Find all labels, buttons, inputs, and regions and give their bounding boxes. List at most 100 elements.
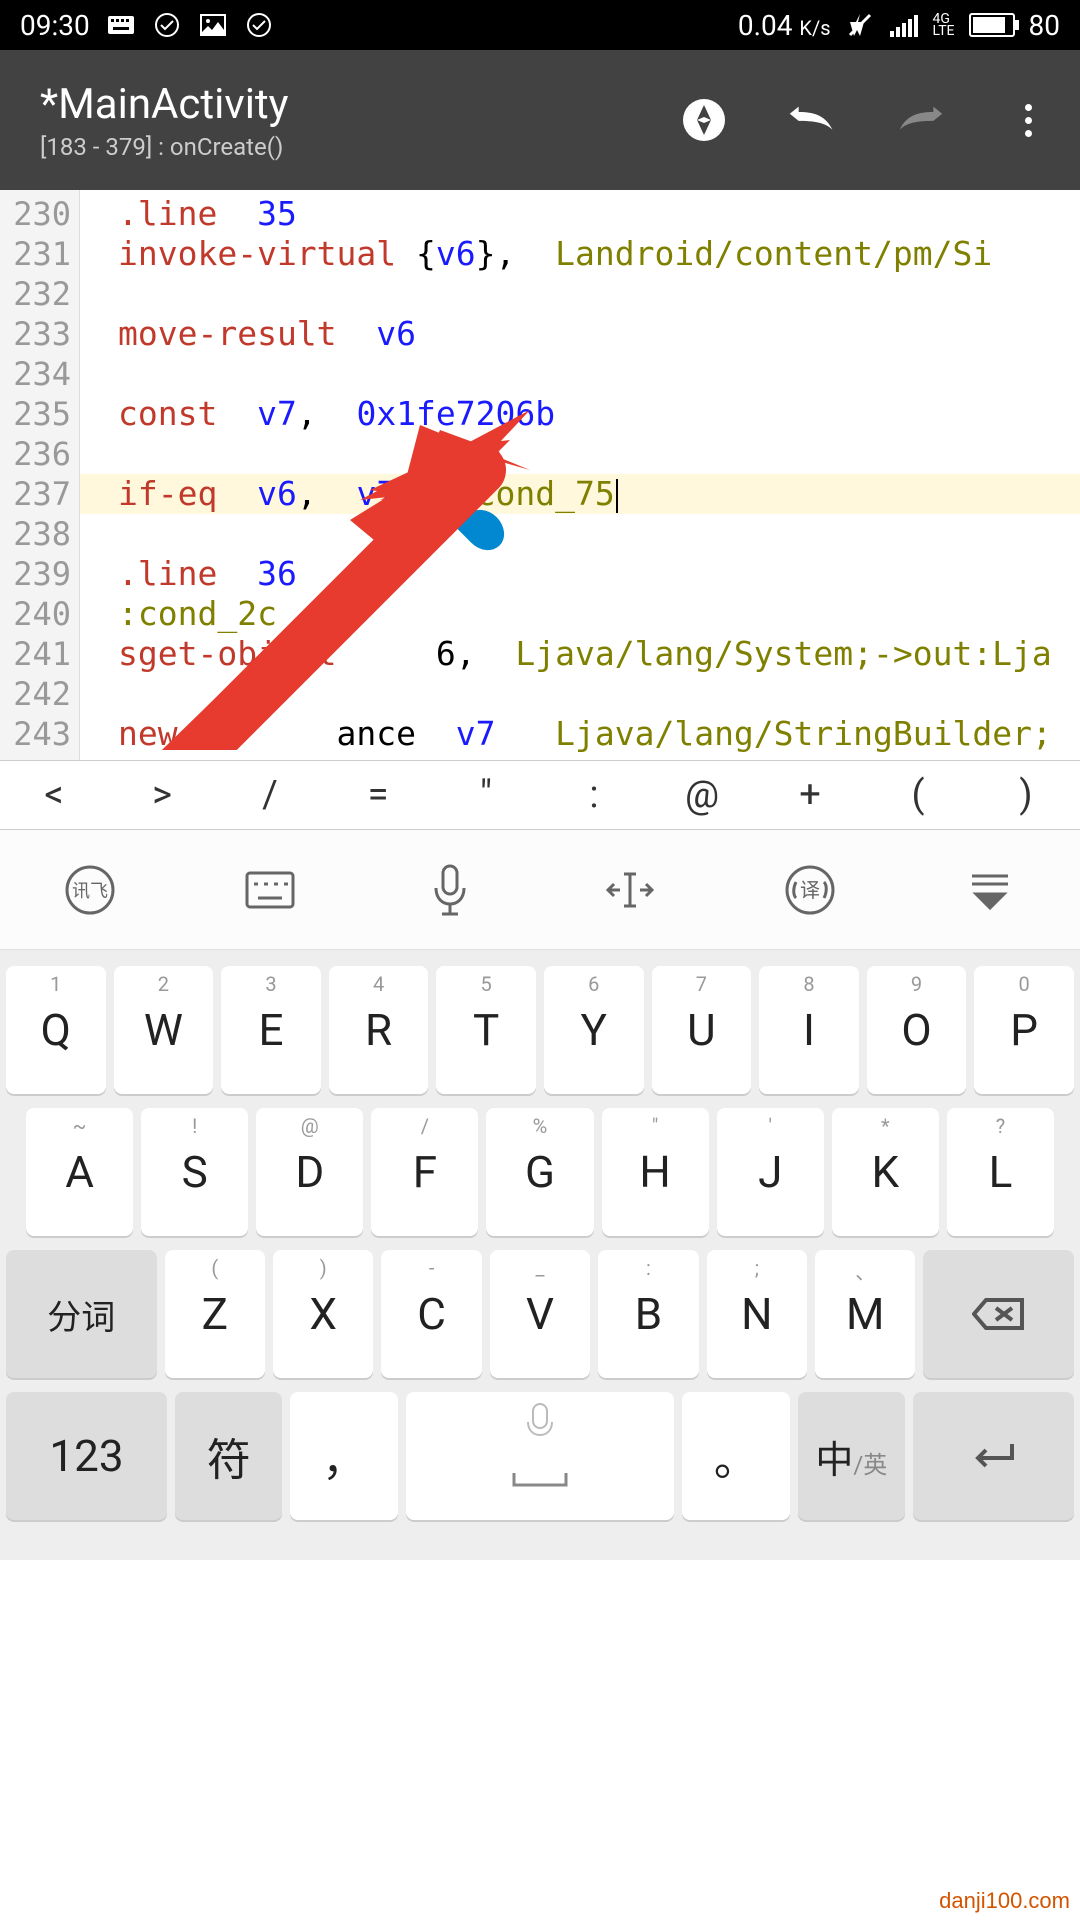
image-status-icon bbox=[198, 10, 228, 40]
line-number-gutter: 2302312322332342352362372382392402412422… bbox=[0, 190, 80, 760]
symbol-key[interactable]: ( bbox=[864, 761, 972, 829]
translate-button[interactable]: 译 bbox=[780, 860, 840, 920]
line-number: 235 bbox=[0, 394, 79, 434]
code-content[interactable]: .line 35invoke-virtual {v6}, Landroid/co… bbox=[80, 190, 1080, 760]
battery-icon bbox=[969, 13, 1015, 37]
key-B[interactable]: :B bbox=[598, 1250, 698, 1378]
check-circle-icon-2 bbox=[244, 10, 274, 40]
line-number: 242 bbox=[0, 674, 79, 714]
symbol-key[interactable]: ) bbox=[972, 761, 1080, 829]
line-number: 239 bbox=[0, 554, 79, 594]
code-line[interactable]: const v7, 0x1fe7206b bbox=[80, 394, 1080, 434]
undo-button[interactable] bbox=[788, 96, 836, 144]
key-Z[interactable]: (Z bbox=[165, 1250, 265, 1378]
line-number: 241 bbox=[0, 634, 79, 674]
line-number: 234 bbox=[0, 354, 79, 394]
network-speed: 0.04 K/s bbox=[738, 9, 831, 42]
code-line[interactable] bbox=[80, 674, 1080, 714]
key-S[interactable]: !S bbox=[141, 1108, 248, 1236]
shift-key[interactable]: 分词 bbox=[6, 1250, 157, 1378]
soft-keyboard: 1Q2W3E4R5T6Y7U8I9O0P ~A!S@D/F%G"H'J*K?L … bbox=[0, 950, 1080, 1560]
symbol-key[interactable]: : bbox=[540, 761, 648, 829]
toolbar-title-block[interactable]: *MainActivity [183 - 379] : onCreate() bbox=[40, 80, 289, 161]
symbol-shortcut-row: <>/=":@+() bbox=[0, 760, 1080, 830]
cursor-mode-button[interactable] bbox=[600, 860, 660, 920]
symbol-key[interactable]: = bbox=[324, 761, 432, 829]
key-符[interactable]: 符 bbox=[175, 1392, 282, 1520]
key-P[interactable]: 0P bbox=[974, 966, 1074, 1094]
key-X[interactable]: )X bbox=[273, 1250, 373, 1378]
code-line[interactable] bbox=[80, 434, 1080, 474]
code-line[interactable]: new-in ance v7 Ljava/lang/StringBuilder; bbox=[80, 714, 1080, 754]
key-M[interactable]: 、M bbox=[815, 1250, 915, 1378]
app-toolbar: *MainActivity [183 - 379] : onCreate() bbox=[0, 50, 1080, 190]
numeric-key[interactable]: 123 bbox=[6, 1392, 167, 1520]
key-，[interactable]: ， bbox=[290, 1392, 397, 1520]
network-type: 4GLTE bbox=[933, 13, 955, 37]
code-line[interactable]: sget-object 6, Ljava/lang/System;->out:L… bbox=[80, 634, 1080, 674]
text-cursor bbox=[616, 479, 618, 513]
key-I[interactable]: 8I bbox=[759, 966, 859, 1094]
line-number: 237 bbox=[0, 474, 79, 514]
code-line[interactable]: move-result v6 bbox=[80, 314, 1080, 354]
navigate-button[interactable] bbox=[680, 96, 728, 144]
key-R[interactable]: 4R bbox=[329, 966, 429, 1094]
voice-input-button[interactable] bbox=[420, 860, 480, 920]
key-Y[interactable]: 6Y bbox=[544, 966, 644, 1094]
key-O[interactable]: 9O bbox=[867, 966, 967, 1094]
key-Q[interactable]: 1Q bbox=[6, 966, 106, 1094]
code-line[interactable]: invoke-virtual {v6}, Landroid/content/pm… bbox=[80, 234, 1080, 274]
status-time: 09:30 bbox=[20, 9, 90, 42]
symbol-key[interactable]: > bbox=[108, 761, 216, 829]
code-line[interactable]: :cond_2c bbox=[80, 594, 1080, 634]
code-line[interactable] bbox=[80, 274, 1080, 314]
keyboard-switch-button[interactable] bbox=[240, 860, 300, 920]
key-A[interactable]: ~A bbox=[26, 1108, 133, 1236]
line-number: 233 bbox=[0, 314, 79, 354]
line-number: 243 bbox=[0, 714, 79, 754]
key-L[interactable]: ?L bbox=[947, 1108, 1054, 1236]
symbol-key[interactable]: " bbox=[432, 761, 540, 829]
key-J[interactable]: 'J bbox=[717, 1108, 824, 1236]
redo-button[interactable] bbox=[896, 96, 944, 144]
key-C[interactable]: -C bbox=[381, 1250, 481, 1378]
ime-logo-button[interactable]: 讯飞 bbox=[60, 860, 120, 920]
code-line[interactable]: .line 35 bbox=[80, 194, 1080, 234]
line-number: 238 bbox=[0, 514, 79, 554]
symbol-key[interactable]: + bbox=[756, 761, 864, 829]
code-line[interactable] bbox=[80, 514, 1080, 554]
enter-key[interactable] bbox=[913, 1392, 1074, 1520]
svg-text:译: 译 bbox=[800, 878, 820, 902]
key-N[interactable]: ;N bbox=[707, 1250, 807, 1378]
overflow-menu-button[interactable] bbox=[1004, 96, 1052, 144]
line-number: 231 bbox=[0, 234, 79, 274]
code-editor[interactable]: 2302312322332342352362372382392402412422… bbox=[0, 190, 1080, 760]
code-line[interactable]: if-eq v6, v7, :cond_75 bbox=[80, 474, 1080, 514]
android-status-bar: 09:30 0.04 K/s 4GLTE 80 bbox=[0, 0, 1080, 50]
key-G[interactable]: %G bbox=[486, 1108, 593, 1236]
language-key[interactable]: 中/英 bbox=[798, 1392, 905, 1520]
key-。[interactable]: 。 bbox=[682, 1392, 789, 1520]
space-key[interactable] bbox=[406, 1392, 674, 1520]
keyboard-status-icon bbox=[106, 10, 136, 40]
key-W[interactable]: 2W bbox=[114, 966, 214, 1094]
key-V[interactable]: _V bbox=[490, 1250, 590, 1378]
symbol-key[interactable]: < bbox=[0, 761, 108, 829]
symbol-key[interactable]: / bbox=[216, 761, 324, 829]
backspace-key[interactable] bbox=[923, 1250, 1074, 1378]
collapse-keyboard-button[interactable] bbox=[960, 860, 1020, 920]
key-K[interactable]: *K bbox=[832, 1108, 939, 1236]
mute-icon bbox=[845, 10, 875, 40]
key-D[interactable]: @D bbox=[256, 1108, 363, 1236]
check-circle-icon bbox=[152, 10, 182, 40]
key-T[interactable]: 5T bbox=[436, 966, 536, 1094]
svg-text:讯飞: 讯飞 bbox=[72, 881, 108, 902]
watermark-text: danji100.com bbox=[939, 1888, 1070, 1914]
code-line[interactable] bbox=[80, 354, 1080, 394]
key-U[interactable]: 7U bbox=[652, 966, 752, 1094]
key-E[interactable]: 3E bbox=[221, 966, 321, 1094]
key-F[interactable]: /F bbox=[371, 1108, 478, 1236]
code-line[interactable]: .line 36 bbox=[80, 554, 1080, 594]
key-H[interactable]: "H bbox=[602, 1108, 709, 1236]
symbol-key[interactable]: @ bbox=[648, 761, 756, 829]
